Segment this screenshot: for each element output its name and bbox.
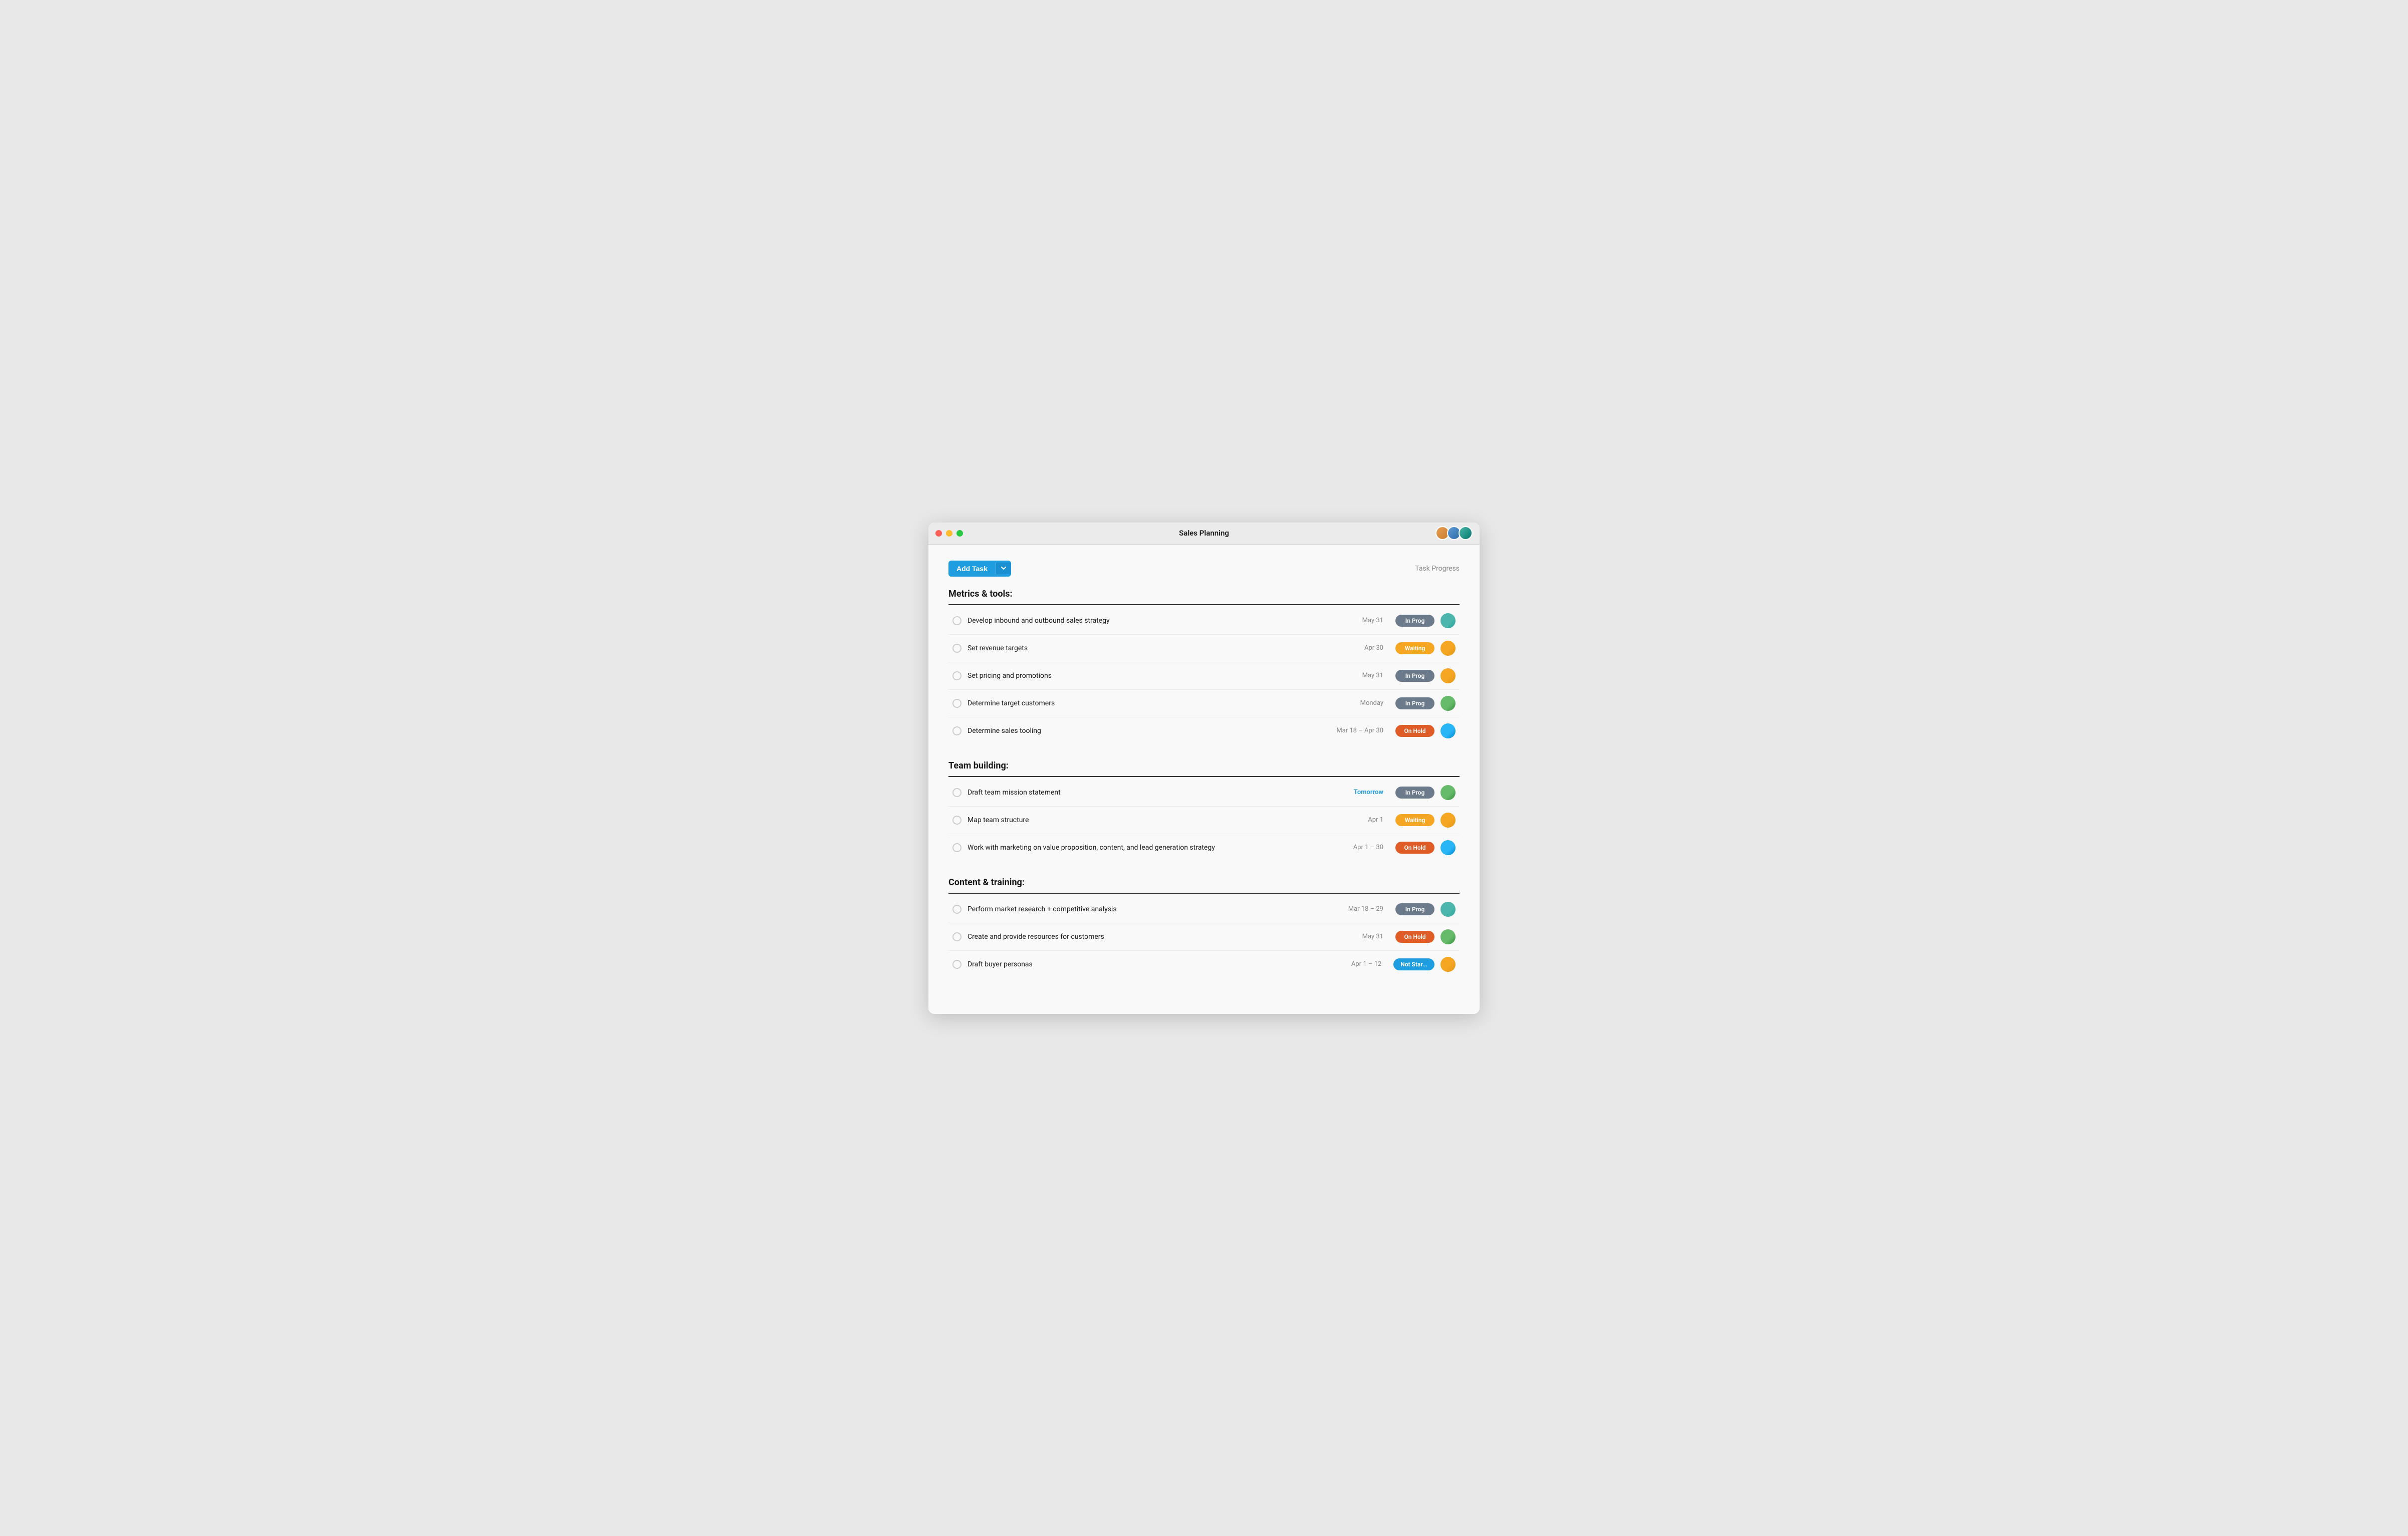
task-name: Work with marketing on value proposition… bbox=[968, 844, 1317, 852]
status-badge: In Prog bbox=[1395, 615, 1434, 627]
add-task-label: Add Task bbox=[956, 565, 988, 573]
add-task-chevron-icon[interactable] bbox=[996, 563, 1011, 574]
task-item: Draft buyer personas Apr 1 – 12 Not Star..… bbox=[948, 951, 1460, 978]
task-item: Draft team mission statement Tomorrow In P… bbox=[948, 779, 1460, 807]
task-name: Draft team mission statement bbox=[968, 789, 1317, 797]
sections-container: Metrics & tools: Develop inbound and outb… bbox=[948, 589, 1460, 978]
status-badge: On Hold bbox=[1395, 842, 1434, 854]
task-date: May 31 bbox=[1323, 933, 1383, 940]
maximize-button[interactable] bbox=[956, 530, 963, 537]
task-item: Create and provide resources for custome… bbox=[948, 923, 1460, 951]
task-checkbox[interactable] bbox=[952, 816, 961, 825]
status-badge: Waiting bbox=[1395, 642, 1434, 654]
task-date: Tomorrow bbox=[1323, 789, 1383, 796]
traffic-lights bbox=[935, 530, 963, 537]
user-avatars bbox=[1438, 526, 1473, 540]
task-list-team: Draft team mission statement Tomorrow In P… bbox=[948, 779, 1460, 861]
task-avatar bbox=[1440, 957, 1456, 972]
task-item: Map team structure Apr 1 Waiting bbox=[948, 807, 1460, 834]
task-avatar bbox=[1440, 641, 1456, 656]
status-badge: In Prog bbox=[1395, 697, 1434, 709]
status-badge: On Hold bbox=[1395, 725, 1434, 737]
add-task-button[interactable]: Add Task bbox=[948, 561, 1011, 577]
task-avatar bbox=[1440, 840, 1456, 855]
task-checkbox[interactable] bbox=[952, 843, 961, 852]
task-avatar bbox=[1440, 929, 1456, 944]
task-name: Determine target customers bbox=[968, 699, 1317, 707]
status-badge: Waiting bbox=[1395, 814, 1434, 826]
task-checkbox[interactable] bbox=[952, 671, 961, 680]
task-checkbox[interactable] bbox=[952, 932, 961, 941]
section-header-team: Team building: bbox=[948, 760, 1460, 777]
task-item: Determine sales tooling Mar 18 – Apr 30 On… bbox=[948, 717, 1460, 744]
task-checkbox[interactable] bbox=[952, 644, 961, 653]
task-checkbox[interactable] bbox=[952, 726, 961, 735]
task-checkbox[interactable] bbox=[952, 616, 961, 625]
task-checkbox[interactable] bbox=[952, 905, 961, 914]
section-content: Content & training: Perform market resear… bbox=[948, 877, 1460, 978]
task-avatar bbox=[1440, 813, 1456, 828]
task-name: Set pricing and promotions bbox=[968, 672, 1317, 680]
task-item: Set revenue targets Apr 30 Waiting bbox=[948, 635, 1460, 662]
section-metrics: Metrics & tools: Develop inbound and outb… bbox=[948, 589, 1460, 744]
task-item: Work with marketing on value proposition… bbox=[948, 834, 1460, 861]
status-badge: In Prog bbox=[1395, 903, 1434, 915]
task-date: Apr 1 – 30 bbox=[1323, 844, 1383, 851]
task-item: Determine target customers Monday In Prog bbox=[948, 690, 1460, 717]
task-progress-label: Task Progress bbox=[1415, 565, 1460, 573]
minimize-button[interactable] bbox=[946, 530, 952, 537]
task-avatar bbox=[1440, 613, 1456, 628]
task-name: Draft buyer personas bbox=[968, 960, 1315, 968]
task-date: Apr 1 bbox=[1323, 816, 1383, 824]
task-avatar bbox=[1440, 668, 1456, 683]
task-name: Map team structure bbox=[968, 816, 1317, 824]
status-badge: In Prog bbox=[1395, 787, 1434, 799]
section-header-content: Content & training: bbox=[948, 877, 1460, 894]
section-team: Team building: Draft team mission stateme… bbox=[948, 760, 1460, 861]
task-avatar bbox=[1440, 785, 1456, 800]
window-title: Sales Planning bbox=[1179, 529, 1229, 538]
user-avatar-3 bbox=[1459, 526, 1473, 540]
task-name: Perform market research + competitive an… bbox=[968, 905, 1317, 913]
task-avatar bbox=[1440, 723, 1456, 738]
main-content: Add Task Task Progress Metrics & tools: D… bbox=[928, 545, 1480, 1014]
task-date: Mar 18 – Apr 30 bbox=[1323, 727, 1383, 734]
task-list-metrics: Develop inbound and outbound sales strat… bbox=[948, 607, 1460, 744]
task-checkbox[interactable] bbox=[952, 788, 961, 797]
task-name: Develop inbound and outbound sales strat… bbox=[968, 617, 1317, 625]
status-badge: On Hold bbox=[1395, 931, 1434, 943]
toolbar: Add Task Task Progress bbox=[948, 561, 1460, 577]
task-checkbox[interactable] bbox=[952, 960, 961, 969]
task-avatar bbox=[1440, 902, 1456, 917]
close-button[interactable] bbox=[935, 530, 942, 537]
task-checkbox[interactable] bbox=[952, 699, 961, 708]
task-date: Apr 1 – 12 bbox=[1321, 960, 1381, 968]
task-date: May 31 bbox=[1323, 672, 1383, 679]
task-item: Develop inbound and outbound sales strat… bbox=[948, 607, 1460, 635]
task-date: Apr 30 bbox=[1323, 644, 1383, 652]
task-date: Monday bbox=[1323, 699, 1383, 707]
task-name: Determine sales tooling bbox=[968, 727, 1317, 735]
task-item: Perform market research + competitive an… bbox=[948, 896, 1460, 923]
status-badge: In Prog bbox=[1395, 670, 1434, 682]
task-date: Mar 18 – 29 bbox=[1323, 905, 1383, 913]
titlebar: Sales Planning bbox=[928, 523, 1480, 545]
task-list-content: Perform market research + competitive an… bbox=[948, 896, 1460, 978]
status-badge: Not Star... bbox=[1393, 958, 1434, 970]
task-avatar bbox=[1440, 696, 1456, 711]
task-date: May 31 bbox=[1323, 617, 1383, 624]
task-name: Create and provide resources for custome… bbox=[968, 933, 1317, 941]
task-name: Set revenue targets bbox=[968, 644, 1317, 652]
app-window: Sales Planning Add Task Task Progress bbox=[928, 523, 1480, 1014]
section-header-metrics: Metrics & tools: bbox=[948, 589, 1460, 605]
task-item: Set pricing and promotions May 31 In Prog bbox=[948, 662, 1460, 690]
